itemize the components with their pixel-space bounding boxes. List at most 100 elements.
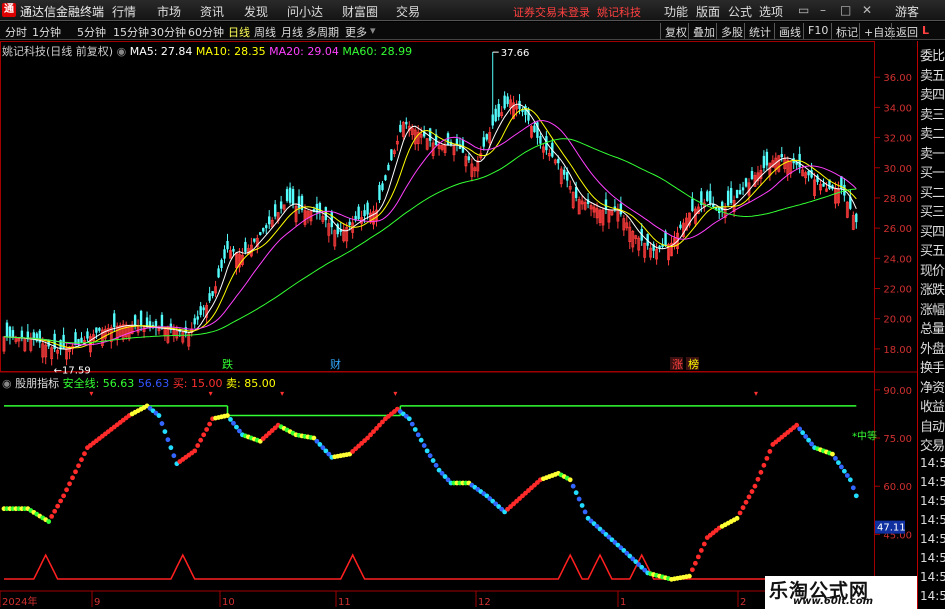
side-label[interactable]: 现价	[920, 260, 945, 279]
side-label[interactable]: 买四	[920, 221, 945, 240]
candle-body-down	[80, 337, 83, 343]
menu-item-faxian[interactable]: 发现	[244, 3, 268, 20]
safety-line-label: 安全线: 56.63	[62, 377, 135, 390]
button-diejia[interactable]: 叠加	[688, 23, 719, 39]
button-huaxian[interactable]: 画线	[774, 23, 805, 39]
button-tongji[interactable]: 统计	[744, 23, 775, 39]
side-label[interactable]: 买五	[920, 240, 945, 259]
more-dropdown-icon[interactable]: ▾	[370, 24, 376, 37]
period-30min[interactable]: 30分钟	[150, 24, 186, 40]
candle-body-down	[726, 190, 730, 206]
period-1min[interactable]: 1分钟	[32, 24, 61, 40]
side-label[interactable]: 自动	[920, 416, 945, 435]
button-back[interactable]: 返回	[891, 23, 922, 39]
period-daily[interactable]: 日线	[228, 24, 250, 40]
sub-indicator-toggle-icon[interactable]: ◉	[2, 377, 12, 390]
event-label[interactable]: 榜	[688, 357, 699, 371]
candle-body-down	[133, 315, 137, 326]
indicator-dot	[55, 503, 61, 509]
event-label[interactable]: 财	[330, 357, 341, 371]
candle-body-down	[253, 238, 256, 242]
restore-window-icon[interactable]: ▭	[798, 3, 809, 17]
period-60min[interactable]: 60分钟	[188, 24, 224, 40]
side-label[interactable]: 涨幅	[920, 299, 945, 318]
menu-item-jiaoyi[interactable]: 交易	[396, 3, 420, 20]
menu-item-wenxiaoda[interactable]: 问小达	[287, 3, 323, 20]
indicator-dot	[156, 413, 162, 418]
menu-function[interactable]: 功能	[664, 3, 688, 20]
event-label[interactable]: 涨	[672, 358, 683, 371]
period-5min[interactable]: 5分钟	[77, 24, 106, 40]
period-weekly[interactable]: 周线	[254, 24, 276, 40]
close-icon[interactable]: ✕	[862, 3, 872, 17]
candle-body-down	[363, 210, 366, 217]
indicator-value-label: 56.63	[137, 377, 170, 390]
candle-body-down	[527, 108, 530, 121]
indicator-dot	[412, 427, 418, 432]
period-more[interactable]: 更多	[345, 24, 367, 40]
button-f10[interactable]: F10	[803, 23, 832, 39]
time-tick-label: 11	[338, 597, 351, 608]
indicator-tick-label: 75.00	[883, 434, 912, 445]
candle-body-down	[539, 136, 542, 144]
period-monthly[interactable]: 月线	[281, 24, 303, 40]
indicator-dot	[165, 437, 171, 443]
candle-body-down	[709, 190, 712, 204]
menu-formula[interactable]: 公式	[728, 3, 752, 20]
candle-body-down	[265, 225, 268, 229]
button-fuquan[interactable]: 复权	[660, 23, 691, 39]
price-tick-label: 18.00	[883, 345, 912, 356]
side-label[interactable]: 净资	[920, 377, 945, 396]
maximize-icon[interactable]: □	[840, 3, 851, 17]
guest-user[interactable]: 游客	[895, 3, 919, 20]
candle-body-down	[405, 121, 408, 125]
side-label[interactable]: 卖五	[920, 65, 945, 84]
period-15min[interactable]: 15分钟	[113, 24, 149, 40]
side-label[interactable]: 交易	[920, 435, 945, 454]
menu-item-zixun[interactable]: 资讯	[200, 3, 224, 20]
side-label[interactable]: 卖四	[920, 84, 945, 103]
indicator-dot	[797, 426, 803, 432]
corner-label: L	[922, 24, 930, 37]
button-biaoji[interactable]: 标记	[831, 23, 862, 39]
side-label[interactable]: 买三	[920, 201, 945, 220]
indicator-dot	[764, 455, 770, 461]
candle-body-down	[366, 202, 369, 215]
price-tick-label: 30.00	[883, 164, 912, 175]
ma5-label: MA5: 27.84	[129, 45, 193, 58]
indicator-dot	[237, 428, 242, 434]
side-label[interactable]: 收益	[920, 396, 945, 415]
side-label[interactable]: 买一	[920, 162, 945, 181]
menu-item-caifuquan[interactable]: 财富圈	[342, 3, 378, 20]
side-label[interactable]: 总量	[920, 318, 945, 337]
side-label[interactable]: 卖一	[920, 143, 945, 162]
side-label[interactable]: 卖二	[920, 123, 945, 142]
side-label[interactable]: 换手	[920, 357, 945, 376]
minimize-icon[interactable]: –	[820, 3, 826, 17]
menu-options[interactable]: 选项	[759, 3, 783, 20]
side-label[interactable]: 买二	[920, 182, 945, 201]
candle-body-down	[706, 191, 709, 201]
indicator-dot	[743, 499, 749, 505]
menu-item-shichang[interactable]: 市场	[157, 3, 181, 20]
indicator-dot	[800, 430, 806, 436]
button-duogu[interactable]: 多股	[716, 23, 747, 39]
period-multi[interactable]: 多周期	[306, 24, 339, 40]
side-label[interactable]: 外盘	[920, 338, 945, 357]
indicator-dot	[58, 498, 64, 504]
menu-layout[interactable]: 版面	[696, 3, 720, 20]
tick-time: 14:56	[920, 456, 945, 470]
buy-threshold-label: 买: 15.00	[172, 377, 223, 390]
side-label[interactable]: 涨跌	[920, 279, 945, 298]
menu-item-hangqing[interactable]: 行情	[112, 3, 136, 20]
side-label[interactable]: 卖三	[920, 104, 945, 123]
indicator-toggle-icon[interactable]: ◉	[117, 45, 127, 58]
event-label[interactable]: 跌	[222, 357, 233, 371]
indicator-dot	[767, 449, 773, 454]
menu-bar: 通 通达信金融终端 行情 市场 资讯 发现 问小达 财富圈 交易 证券交易未登录…	[0, 0, 945, 21]
login-status[interactable]: 证券交易未登录 姚记科技	[513, 4, 641, 20]
period-fenshi[interactable]: 分时	[5, 24, 27, 40]
side-label[interactable]: 委比	[920, 45, 945, 64]
indicator-dot	[52, 508, 58, 514]
indicator-dot	[46, 519, 52, 524]
